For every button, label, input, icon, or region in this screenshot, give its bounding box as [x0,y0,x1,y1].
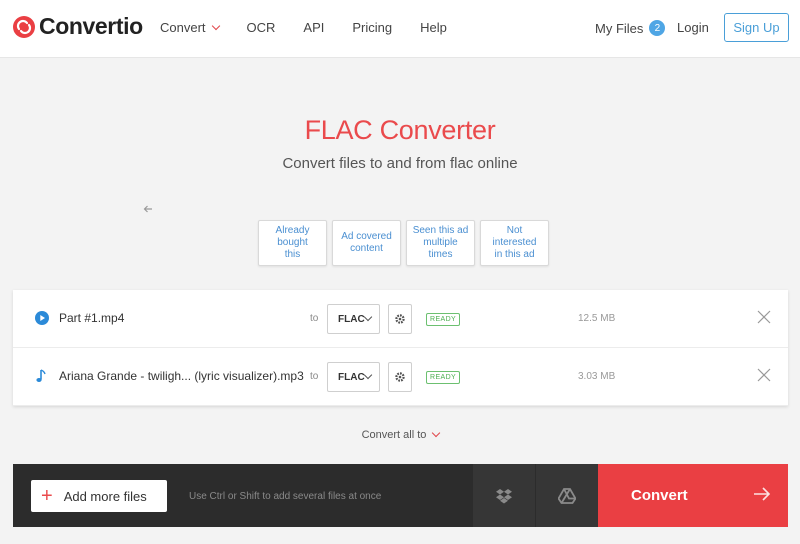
chevron-down-icon [432,428,441,437]
my-files-link[interactable]: My Files 2 [595,20,666,36]
my-files-label: My Files [595,20,644,36]
main-nav: Convert OCR API Pricing Help [160,20,475,35]
file-name: Ariana Grande - twiligh... (lyric visual… [59,369,304,383]
convert-all-dropdown[interactable]: Convert all to [13,406,788,463]
nav-convert[interactable]: Convert [160,20,220,35]
add-more-files-label: Add more files [63,488,147,504]
status-badge: READY [426,371,461,384]
signup-button[interactable]: Sign Up [724,13,789,42]
file-row: Part #1.mp4 to FLAC READY 12.5 MB [13,290,788,348]
ad-option-seen-multiple[interactable]: Seen this ad multiple times [406,220,475,266]
status-badge: READY [426,313,461,326]
file-list: Part #1.mp4 to FLAC READY 12.5 MB Ariana… [13,290,788,406]
upload-action-bar: + Add more files Use Ctrl or Shift to ad… [13,464,788,527]
format-value: FLAC [338,371,365,383]
close-icon[interactable] [757,310,773,326]
back-arrow-icon[interactable] [143,202,153,217]
nav-help[interactable]: Help [420,20,447,35]
ad-option-line: Ad covered [341,231,392,242]
ad-option-not-interested[interactable]: Not interested in this ad [480,220,549,266]
ad-option-already-bought[interactable]: Already bought this [258,220,327,266]
plus-icon: + [41,485,53,507]
convert-all-label: Convert all to [361,428,427,441]
convertio-logo-icon [13,15,35,38]
ad-feedback-options: Already bought this Ad covered content See… [258,220,554,266]
ad-option-covered-content[interactable]: Ad covered content [332,220,401,266]
convertio-logo[interactable]: Convertio [12,13,143,40]
file-row: Ariana Grande - twiligh... (lyric visual… [13,348,788,406]
music-note-icon [33,367,51,385]
file-size: 12.5 MB [578,313,616,324]
page-subtitle: Convert files to and from flac online [282,155,518,172]
ad-option-line: Not interested [492,225,537,248]
chevron-down-icon [211,21,220,30]
ad-option-line: content [350,243,383,254]
top-header: Convertio Convert OCR API Pricing Help M… [0,0,800,58]
add-more-files-button[interactable]: + Add more files [31,480,167,512]
chevron-down-icon [363,312,373,322]
to-label: to [310,313,319,324]
file-size: 3.03 MB [578,371,616,382]
nav-convert-label: Convert [160,20,206,35]
ad-option-line: this [284,249,301,260]
to-label: to [310,371,319,382]
convert-button[interactable]: Convert [598,464,788,527]
format-value: FLAC [338,313,365,325]
nav-ocr[interactable]: OCR [247,20,276,35]
dropbox-icon[interactable] [473,464,535,527]
google-drive-icon[interactable] [536,464,598,527]
file-name: Part #1.mp4 [59,311,125,325]
nav-pricing[interactable]: Pricing [352,20,392,35]
target-format-select[interactable]: FLAC [327,362,380,392]
chevron-down-icon [363,370,373,380]
page-title: FLAC Converter [304,115,496,145]
brand-name: Convertio [39,13,143,39]
convert-button-label: Convert [631,487,688,504]
gear-icon[interactable] [388,304,412,334]
target-format-select[interactable]: FLAC [327,304,380,334]
ad-option-line: Already bought [275,225,310,248]
multi-select-hint: Use Ctrl or Shift to add several files a… [189,491,382,502]
arrow-right-icon [753,486,771,506]
play-icon [33,309,51,327]
ad-option-line: multiple times [423,237,458,260]
ad-option-line: in this ad [494,249,535,260]
login-link[interactable]: Login [677,20,709,35]
gear-icon[interactable] [388,362,412,392]
my-files-count-badge: 2 [649,20,666,36]
close-icon[interactable] [757,368,773,384]
ad-option-line: Seen this ad [412,225,469,236]
nav-api[interactable]: API [303,20,324,35]
